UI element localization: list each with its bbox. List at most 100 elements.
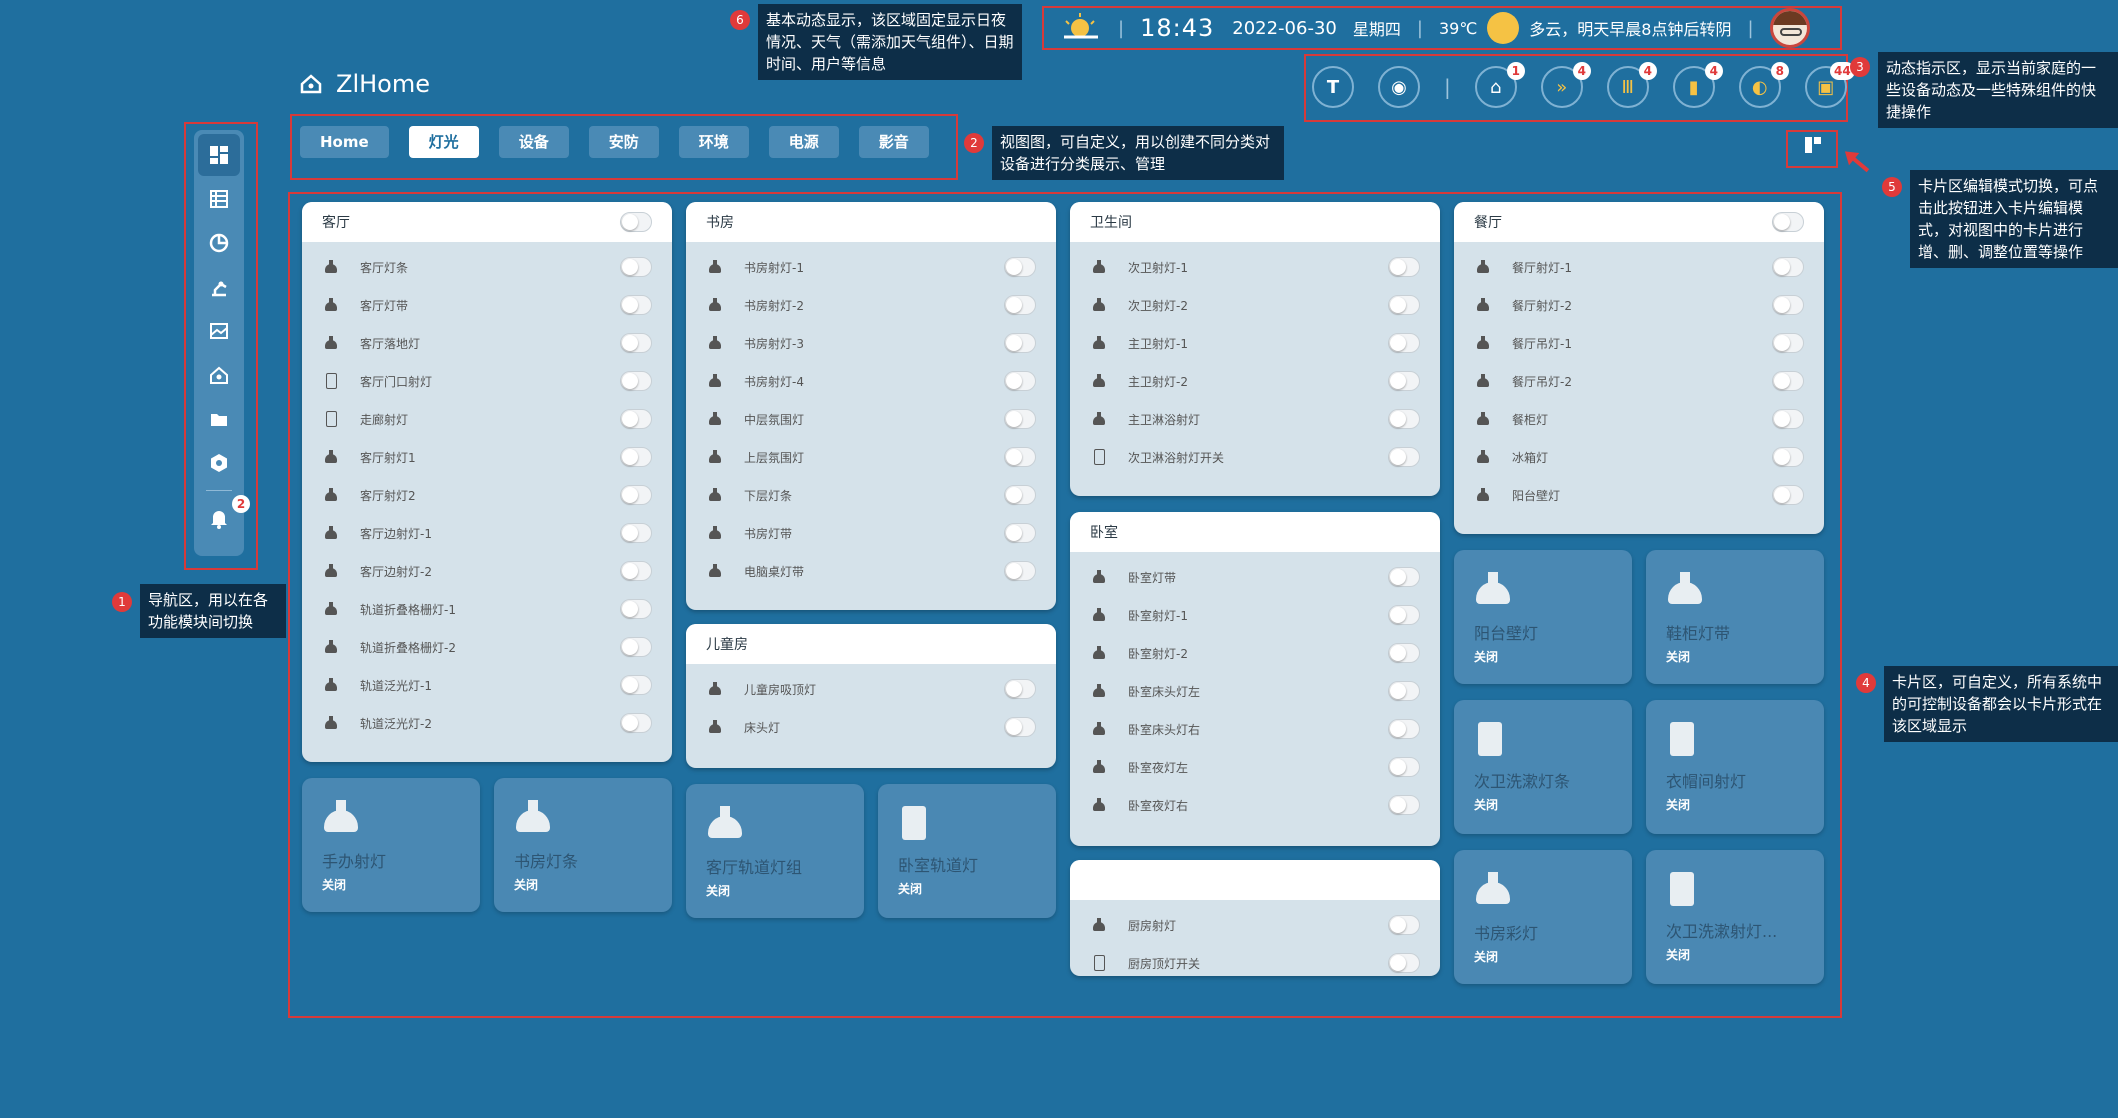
device-toggle[interactable]: [1004, 409, 1036, 429]
tile-state: 关闭: [514, 878, 539, 892]
tab-power[interactable]: 电源: [768, 126, 839, 158]
device-toggle[interactable]: [1772, 295, 1804, 315]
device-toggle[interactable]: [1772, 485, 1804, 505]
tile-name: 手办射灯: [322, 852, 387, 871]
device-toggle[interactable]: [1004, 561, 1036, 581]
edit-mode-button[interactable]: [1804, 136, 1822, 154]
tab-lighting[interactable]: 灯光: [408, 126, 479, 158]
device-tile[interactable]: 次卫洗漱灯条 关闭: [1454, 700, 1632, 834]
lamp-icon: [706, 524, 724, 542]
device-toggle[interactable]: [620, 485, 652, 505]
lamp-icon: [706, 448, 724, 466]
device-toggle[interactable]: [1388, 681, 1420, 701]
card-master-toggle[interactable]: [1772, 212, 1804, 232]
device-tile[interactable]: 卧室轨道灯 关闭: [878, 784, 1056, 918]
device-toggle[interactable]: [620, 295, 652, 315]
device-toggle[interactable]: [1772, 409, 1804, 429]
user-avatar[interactable]: [1769, 8, 1810, 48]
switch-button[interactable]: ◐ 8: [1738, 62, 1789, 108]
nav-integrations[interactable]: [198, 442, 240, 484]
device-toggle[interactable]: [620, 713, 652, 733]
device-toggle[interactable]: [620, 675, 652, 695]
device-toggle[interactable]: [1388, 719, 1420, 739]
device-toggle[interactable]: [620, 561, 652, 581]
device-row: 卧室射灯-1: [1070, 596, 1440, 634]
fast-forward-button[interactable]: » 4: [1540, 62, 1591, 108]
device-tile[interactable]: 次卫洗漱射灯... 关闭: [1646, 850, 1824, 984]
nav-scenes[interactable]: [198, 310, 240, 352]
device-toggle[interactable]: [1388, 605, 1420, 625]
device-toggle[interactable]: [1004, 333, 1036, 353]
device-tile[interactable]: 衣帽间射灯 关闭: [1646, 700, 1824, 834]
lamp-icon: [514, 800, 550, 836]
day-weather-icon: [1064, 13, 1098, 39]
device-toggle[interactable]: [620, 523, 652, 543]
device-toggle[interactable]: [1004, 295, 1036, 315]
device-tile[interactable]: 阳台壁灯 关闭: [1454, 550, 1632, 684]
tile-name: 客厅轨道灯组: [706, 858, 803, 877]
device-tile[interactable]: 鞋柜灯带 关闭: [1646, 550, 1824, 684]
device-toggle[interactable]: [1388, 567, 1420, 587]
device-toggle[interactable]: [1388, 643, 1420, 663]
device-label: 书房射灯-3: [744, 336, 804, 351]
device-toggle[interactable]: [1388, 333, 1420, 353]
nav-notifications[interactable]: 2: [198, 495, 250, 539]
tab-security[interactable]: 安防: [588, 126, 659, 158]
plug-button[interactable]: ⌂ 1: [1474, 62, 1525, 108]
device-toggle[interactable]: [1388, 447, 1420, 467]
device-toggle[interactable]: [1388, 757, 1420, 777]
device-toggle[interactable]: [1388, 371, 1420, 391]
device-toggle[interactable]: [1004, 257, 1036, 277]
device-toggle[interactable]: [1004, 371, 1036, 391]
device-toggle[interactable]: [1772, 333, 1804, 353]
device-toggle[interactable]: [620, 637, 652, 657]
tab-home[interactable]: Home: [300, 126, 389, 158]
device-toggle[interactable]: [1388, 795, 1420, 815]
device-toggle[interactable]: [1772, 447, 1804, 467]
tesla-button[interactable]: T: [1312, 66, 1354, 108]
device-toggle[interactable]: [1004, 523, 1036, 543]
device-toggle[interactable]: [620, 599, 652, 619]
status-separator: |: [1416, 17, 1423, 39]
device-toggle[interactable]: [1004, 447, 1036, 467]
door-button[interactable]: ▮ 4: [1672, 62, 1723, 108]
device-toggle[interactable]: [620, 371, 652, 391]
device-toggle[interactable]: [620, 333, 652, 353]
device-tile[interactable]: 书房彩灯 关闭: [1454, 850, 1632, 984]
device-toggle[interactable]: [1388, 295, 1420, 315]
device-toggle[interactable]: [1388, 915, 1420, 935]
device-toggle[interactable]: [620, 447, 652, 467]
device-toggle[interactable]: [1772, 257, 1804, 277]
device-toggle[interactable]: [1772, 371, 1804, 391]
nav-automation[interactable]: [198, 266, 240, 308]
device-toggle[interactable]: [620, 257, 652, 277]
heater-button[interactable]: Ⅲ4: [1606, 62, 1657, 108]
robot-vacuum-button[interactable]: ◉: [1378, 66, 1420, 108]
card-header: 书房: [686, 202, 1056, 242]
nav-dashboard[interactable]: [198, 134, 240, 176]
tab-media[interactable]: 影音: [858, 126, 929, 158]
card-master-toggle[interactable]: [620, 212, 652, 232]
temperature: 39℃: [1438, 18, 1478, 38]
tab-environment[interactable]: 环境: [678, 126, 749, 158]
device-toggle[interactable]: [1004, 679, 1036, 699]
device-toggle[interactable]: [1004, 717, 1036, 737]
device-toggle[interactable]: [1004, 485, 1036, 505]
device-toggle[interactable]: [1388, 257, 1420, 277]
device-tile[interactable]: 客厅轨道灯组 关闭: [686, 784, 864, 918]
nav-statistics[interactable]: [198, 222, 240, 264]
device-toggle[interactable]: [620, 409, 652, 429]
nav-home[interactable]: [198, 354, 240, 396]
panel-switch-icon: [1670, 722, 1694, 756]
tab-devices[interactable]: 设备: [498, 126, 569, 158]
nav-files[interactable]: [198, 398, 240, 440]
annotation-2-text: 视图图，可自定义，用以创建不同分类对设备进行分类展示、管理: [992, 126, 1284, 180]
socket-button[interactable]: ▣ 44: [1804, 62, 1855, 108]
device-label: 主卫射灯-2: [1128, 374, 1188, 389]
nav-list[interactable]: [198, 178, 240, 220]
device-label: 厨房射灯: [1128, 918, 1177, 933]
device-toggle[interactable]: [1388, 409, 1420, 429]
device-tile[interactable]: 手办射灯 关闭: [302, 778, 480, 912]
device-toggle[interactable]: [1388, 953, 1420, 973]
device-tile[interactable]: 书房灯条 关闭: [494, 778, 672, 912]
